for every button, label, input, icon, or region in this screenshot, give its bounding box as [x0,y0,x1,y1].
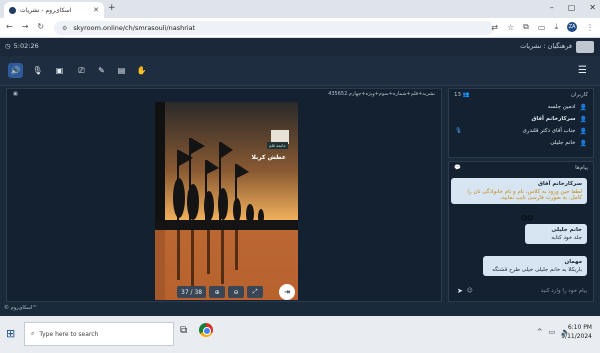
user-name: خانم جلیلی [550,140,576,146]
clock-time: 6:10 PM [567,324,592,331]
message-input-placeholder: پیام خود را وارد کنید [540,288,587,294]
search-icon: ⌕ [31,330,35,337]
zoom-out-icon[interactable]: ⊖ [228,286,245,298]
send-icon[interactable]: ➤ [457,287,463,295]
fit-page-icon[interactable]: ⤢ [247,286,264,298]
task-view-icon[interactable]: ⧉ [180,325,187,336]
translate-icon[interactable]: ⇄ [491,23,498,32]
message-bubble: مهمان باریکلا به خانم جلیلی خیلی طرح قشن… [483,256,587,276]
browser-tab-strip: اسکای‌روم - نشریات ✕ + – ▢ ✕ [0,0,600,18]
taskbar-search-placeholder: Type here to search [39,330,99,338]
fullscreen-icon[interactable]: ▣ [13,91,18,97]
app-header: ◷ 5:02:26 فرهنگیان : نشریات [0,38,600,56]
emoji-icon[interactable]: ☺ [467,288,473,294]
user-icon: 👤 [579,103,587,111]
site-favicon [9,6,16,14]
user-icon: 👤 [579,139,587,147]
page-controls: 37 / 38 ⊕ ⊖ ⤢ [177,285,264,299]
session-timer: ◷ 5:02:26 [5,42,39,50]
browser-tab[interactable]: اسکای‌روم - نشریات ✕ [4,2,104,18]
footer-brand: © اسکای‌روم™ [4,305,38,311]
file-icon[interactable]: ▤ [114,63,129,78]
users-count-value: 13 [454,92,461,98]
message-bubble: سرکارخانم آفاق لطفا حین ورود به کلاس، نا… [451,178,587,204]
screen-share-icon[interactable]: ⎚ [74,63,89,78]
messages-panel-title: پیام‌ها [575,165,588,171]
new-tab-button[interactable]: + [108,3,116,13]
taskbar-search[interactable]: ⌕ Type here to search [24,322,174,346]
user-row[interactable]: 👤 جناب آقای دکتر قلندری 🎙 [449,125,593,137]
close-window-icon[interactable]: ✕ [589,3,596,12]
windows-start-icon[interactable]: ⊞ [6,327,15,340]
taskbar-clock[interactable]: 6:10 PM 9/11/2024 [561,323,592,341]
user-icon: 👤 [579,115,587,123]
document-page: جامعه قلم عطش کربلا [155,102,298,300]
extensions-icon[interactable]: ⧉ [523,22,529,32]
download-icon[interactable]: ⤓ [554,22,558,32]
message-sender: سرکارخانم آفاق [537,181,582,187]
messages-panel: پیام‌ها 💬 سرکارخانم آفاق لطفا حین ورود ب… [448,161,594,302]
users-panel: کاربران 👥 13 👤 ادمین جلسه 👤 سرکارخانم آف… [448,88,594,158]
close-tab-icon[interactable]: ✕ [93,6,99,14]
user-row[interactable]: 👤 سرکارخانم آفاق [449,113,593,125]
user-name: ادمین جلسه [547,104,576,110]
emoji-reaction: 😊😊 [521,215,534,222]
profile-avatar[interactable]: ZA [567,22,577,32]
user-name: سرکارخانم آفاق [531,116,576,122]
poster-title: عطش کربلا [251,154,286,161]
document-viewer-panel: نشریه+قلم+شماره+سوم+ویژه+چهارم.435652 ▣ [6,88,442,302]
page-indicator: 37 / 38 [177,286,207,298]
poster-subtitle: جامعه قلم [266,142,288,149]
address-bar[interactable]: ⚙ skyroom.online/ch/smrasouli/nashriat [54,21,494,35]
room-toolbar: 🔊 🎙 ▣ ⎚ ✎ ▤ ✋ ☰ [0,56,600,86]
clock-icon: ◷ [5,42,11,50]
site-info-icon[interactable]: ⚙ [62,25,67,32]
chat-icon: 💬 [454,165,461,171]
bookmark-star-icon[interactable]: ☆ [507,23,514,32]
poster-artwork [155,102,298,300]
tab-title: اسکای‌روم - نشریات [20,6,72,14]
message-text: باریکلا به خانم جلیلی خیلی طرح قشنگه [492,267,582,273]
microphone-icon: 🎙 [455,128,462,134]
minimize-icon[interactable]: – [550,3,554,12]
message-text: لطفا حین ورود به کلاس، نام و نام خانوادگ… [467,189,582,201]
next-page-button[interactable]: ⇥ [279,284,295,300]
windows-taskbar: ⊞ ⌕ Type here to search ⧉ ^ ▭ 🔈 6:10 PM … [0,316,600,353]
document-filename: نشریه+قلم+شماره+سوم+ویژه+چهارم.435652 [328,91,435,97]
users-panel-title: کاربران [570,92,588,98]
hamburger-menu-icon[interactable]: ☰ [575,63,590,78]
back-icon[interactable]: ← [6,22,13,31]
forward-icon[interactable]: → [22,22,29,31]
users-count: 👥 13 [454,92,470,98]
tray-chevron-icon[interactable]: ^ [537,328,543,336]
room-logo [576,41,594,53]
url-text: skyroom.online/ch/smrasouli/nashriat [73,24,196,32]
speaker-icon[interactable]: 🔊 [8,63,23,78]
reload-icon[interactable]: ↻ [37,22,44,31]
tab-search-icon[interactable]: ▭ [538,23,546,32]
camera-off-icon[interactable]: ▣ [52,63,67,78]
message-sender: خانم جلیلی [551,227,582,233]
users-icon: 👥 [462,92,470,98]
user-icon: 👤 [579,127,587,135]
network-icon[interactable]: ▭ [549,328,556,336]
message-bubble: خانم جلیلی جلد خود کتابه [525,224,587,244]
user-row[interactable]: 👤 خانم جلیلی [449,137,593,149]
whiteboard-pen-icon[interactable]: ✎ [94,63,109,78]
clock-date: 9/11/2024 [561,333,592,340]
more-menu-icon[interactable]: ⋮ [586,23,594,32]
raise-hand-icon[interactable]: ✋ [134,63,149,78]
browser-toolbar: ← → ↻ ⚙ skyroom.online/ch/smrasouli/nash… [0,18,600,38]
user-name: جناب آقای دکتر قلندری [522,128,576,134]
message-sender: مهمان [564,259,582,265]
timer-value: 5:02:26 [13,42,39,50]
microphone-icon[interactable]: 🎙 [30,63,45,78]
user-row[interactable]: 👤 ادمین جلسه [449,101,593,113]
room-title: فرهنگیان : نشریات [520,42,572,50]
zoom-in-icon[interactable]: ⊕ [209,286,226,298]
message-input[interactable]: پیام خود را وارد کنید ☺ ➤ [453,284,591,298]
message-text: جلد خود کتابه [551,235,582,241]
chrome-icon[interactable] [199,323,213,337]
maximize-icon[interactable]: ▢ [568,3,576,12]
